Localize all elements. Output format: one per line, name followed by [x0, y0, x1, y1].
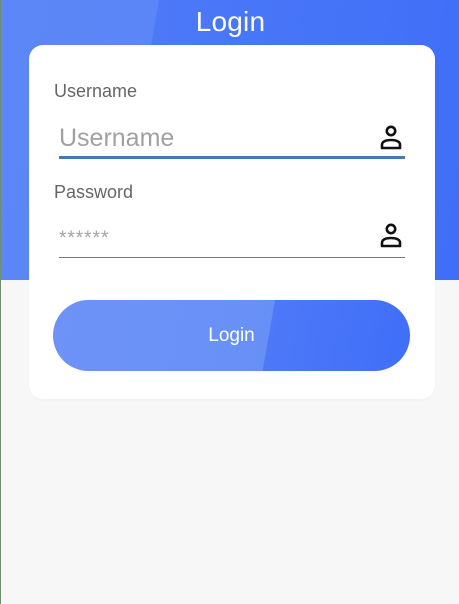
user-icon	[379, 222, 403, 250]
login-card: Username Password Login	[29, 45, 435, 399]
password-input[interactable]	[59, 218, 369, 254]
password-underline	[59, 257, 405, 258]
password-field	[59, 218, 405, 258]
user-icon	[379, 124, 403, 152]
login-button[interactable]: Login	[53, 300, 410, 371]
password-label: Password	[54, 182, 134, 202]
page-title: Login	[195, 6, 266, 37]
username-input[interactable]	[59, 120, 369, 156]
login-screen: Login Username Password	[0, 0, 459, 604]
username-field	[59, 120, 405, 160]
username-underline	[59, 156, 405, 159]
username-label: Username	[54, 81, 138, 101]
